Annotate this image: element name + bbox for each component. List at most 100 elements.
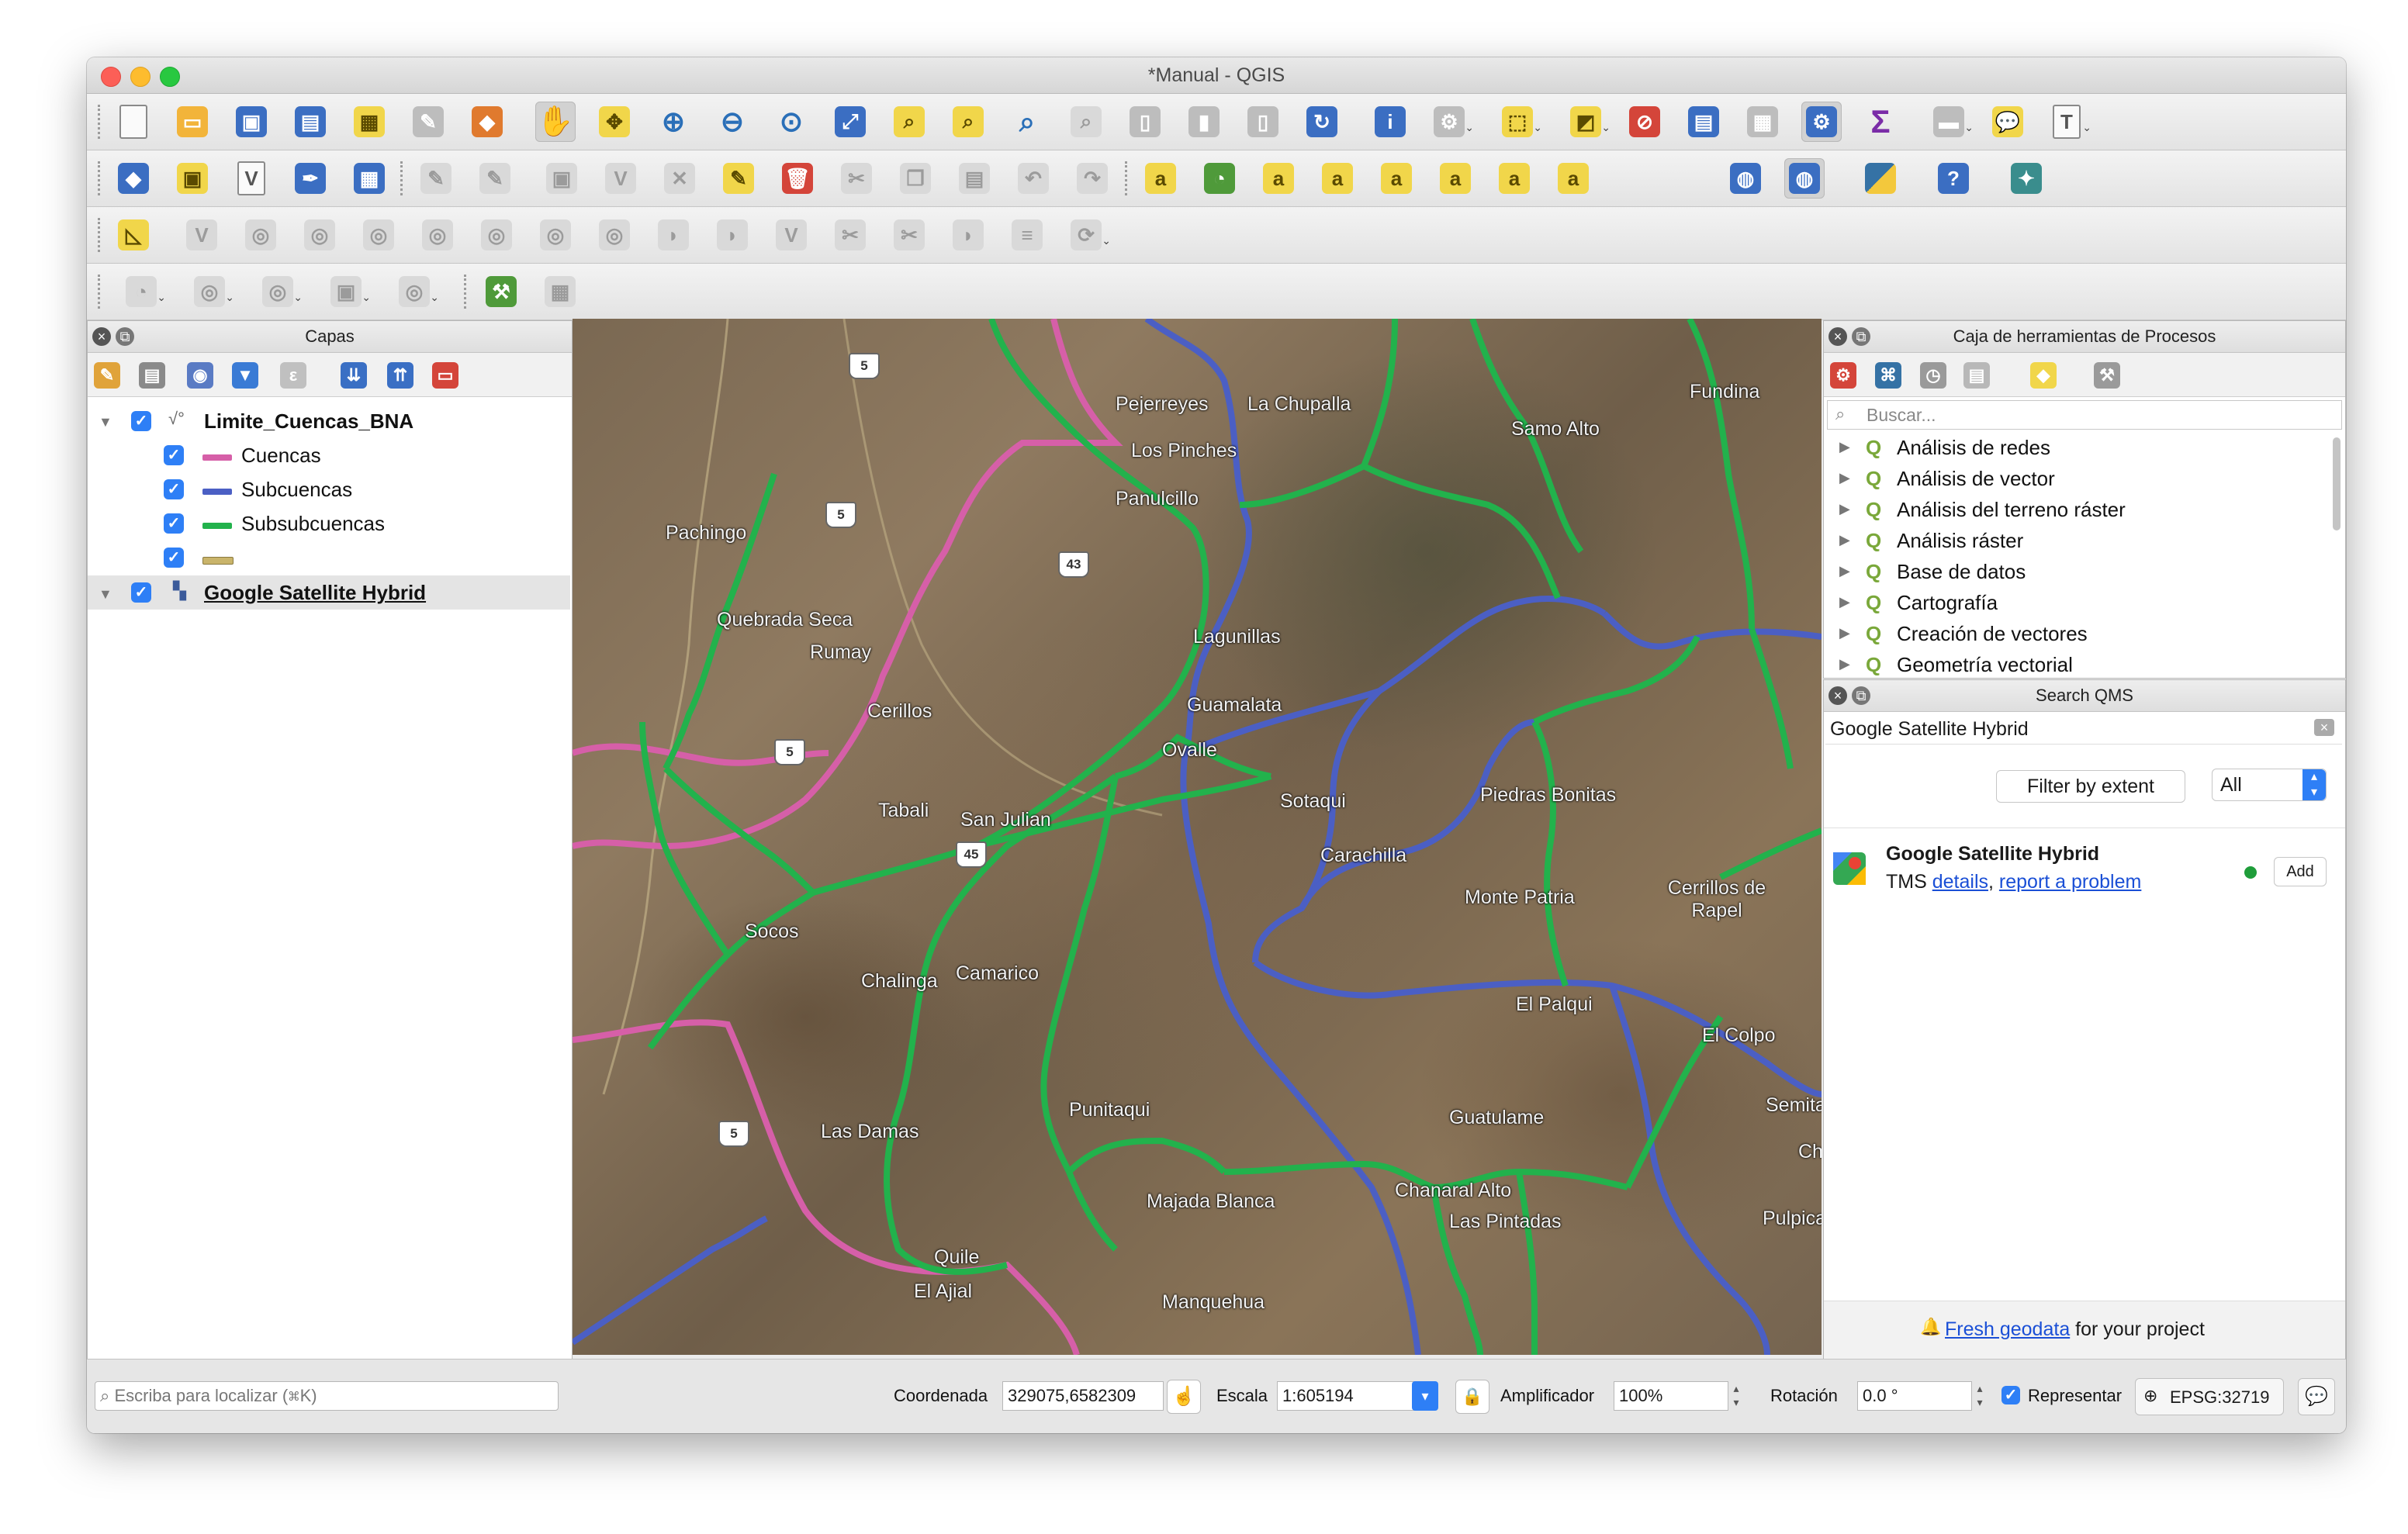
show-hide-labels-button[interactable]: a bbox=[1376, 158, 1417, 199]
results-icon[interactable]: ▤ bbox=[1963, 362, 1990, 389]
zoom-next-button[interactable]: ⌕ bbox=[1066, 102, 1106, 142]
toolbar-grip[interactable] bbox=[98, 275, 105, 309]
models-icon[interactable]: ⚙ bbox=[1830, 362, 1856, 389]
annotation-button[interactable]: 💬 bbox=[1988, 102, 2028, 142]
select-features-button[interactable]: ⬚ ⌄ bbox=[1497, 102, 1542, 142]
algorithm-group[interactable]: Análisis de redes bbox=[1897, 436, 2050, 460]
advanced-digitizing-button[interactable]: ◺ bbox=[113, 215, 154, 255]
pan-to-selection-button[interactable]: ✥ bbox=[594, 102, 635, 142]
report-problem-link[interactable]: report a problem bbox=[1999, 871, 2141, 893]
layer-name[interactable]: Limite_Cuencas_BNA bbox=[204, 409, 413, 434]
algorithm-group[interactable]: Análisis ráster bbox=[1897, 529, 2023, 553]
filter-expression-icon[interactable]: ε bbox=[280, 362, 306, 389]
print-layout-button[interactable]: ▦ bbox=[349, 102, 389, 142]
field-edit-button[interactable]: ✎ bbox=[718, 158, 759, 199]
layer-name[interactable]: Google Satellite Hybrid bbox=[204, 581, 426, 605]
new-project-button[interactable] bbox=[113, 102, 154, 142]
metasearch-button[interactable]: ◍ bbox=[1725, 158, 1766, 199]
run-action-button[interactable]: ⚙ ⌄ bbox=[1429, 102, 1474, 142]
add-service-button[interactable]: Add bbox=[2274, 857, 2327, 886]
layer-diagram-button[interactable]: ◔ bbox=[1199, 158, 1240, 199]
help-button[interactable]: ? bbox=[1933, 158, 1974, 199]
scripts-icon[interactable]: ⌘ bbox=[1875, 362, 1901, 389]
redo-button[interactable]: ↷ bbox=[1072, 158, 1112, 199]
label-toolbar-button[interactable]: a bbox=[1140, 158, 1181, 199]
save-edits-button[interactable]: ▣ bbox=[541, 158, 582, 199]
undo-button[interactable]: ↶ bbox=[1013, 158, 1054, 199]
options-icon[interactable]: ⚒ bbox=[2094, 362, 2120, 389]
vertex-tool-button[interactable]: V bbox=[600, 158, 641, 199]
float-panel-icon[interactable]: ⧉ bbox=[1852, 327, 1870, 346]
data-source-manager-button[interactable]: ◆ bbox=[113, 158, 154, 199]
new-geopackage-button[interactable]: ▣ bbox=[172, 158, 213, 199]
pan-map-button[interactable]: ✋ bbox=[535, 102, 576, 142]
open-project-button[interactable]: ▭ bbox=[172, 102, 213, 142]
sublayer-label[interactable]: Subsubcuencas bbox=[241, 512, 385, 536]
quickmapservices-button[interactable]: ◍ bbox=[1784, 158, 1825, 199]
expand-arrow-icon[interactable]: ▶ bbox=[1839, 439, 1850, 455]
stepper-icon[interactable]: ▴ ▾ bbox=[1972, 1381, 1988, 1411]
toolbar-grip[interactable] bbox=[98, 161, 105, 195]
python-console-button[interactable] bbox=[1860, 158, 1901, 199]
details-link[interactable]: details bbox=[1932, 871, 1988, 893]
crs-button[interactable]: ⊕ EPSG:32719 bbox=[2135, 1378, 2284, 1415]
modify-attributes-button[interactable]: ✕ bbox=[659, 158, 700, 199]
float-panel-icon[interactable]: ⧉ bbox=[116, 327, 134, 346]
rotate-label-button[interactable]: a bbox=[1494, 158, 1534, 199]
add-point-button[interactable]: ◔ ⌄ bbox=[121, 271, 166, 312]
toolbar-grip[interactable] bbox=[400, 161, 407, 195]
new-shapefile-button[interactable]: V bbox=[231, 158, 272, 199]
messages-icon[interactable]: 💬 bbox=[2298, 1378, 2335, 1415]
sublayer-label[interactable]: Subcuencas bbox=[241, 478, 352, 502]
rotate-symbols-button[interactable]: ✂ bbox=[830, 215, 870, 255]
algorithm-group[interactable]: Cartografía bbox=[1897, 591, 1998, 615]
edit-features-icon[interactable]: ◆ bbox=[2030, 362, 2057, 389]
new-bookmark-button[interactable]: ▯ bbox=[1125, 102, 1165, 142]
add-polygon-button[interactable]: ◎ ⌄ bbox=[258, 271, 303, 312]
close-panel-icon[interactable]: × bbox=[92, 327, 111, 346]
toggle-editing-button[interactable]: ✎ bbox=[416, 158, 456, 199]
coordinate-field[interactable]: 329075,6582309 bbox=[1002, 1381, 1164, 1411]
save-as-button[interactable]: ▤ bbox=[290, 102, 330, 142]
move-label-button[interactable]: a bbox=[1435, 158, 1476, 199]
attribute-table-button[interactable]: ▤ bbox=[1683, 102, 1724, 142]
select-by-location-button[interactable]: ⚒ bbox=[481, 271, 521, 312]
close-panel-icon[interactable]: × bbox=[1828, 327, 1847, 346]
sublayer-checkbox[interactable]: ✓ bbox=[164, 513, 184, 534]
expand-arrow-icon[interactable]: ▶ bbox=[1839, 656, 1850, 672]
cut-features-button[interactable]: ✂ bbox=[836, 158, 877, 199]
processing-toolbox-button[interactable]: ⚙ bbox=[1801, 102, 1842, 142]
stepper-icon[interactable]: ▴ ▾ bbox=[1728, 1381, 1744, 1411]
highlight-pinned-labels-button[interactable]: a bbox=[1258, 158, 1299, 199]
zoom-selection-button[interactable]: ⌕ bbox=[889, 102, 929, 142]
qms-filter-select[interactable]: All ▴ ▾ bbox=[2212, 769, 2327, 801]
expand-arrow-icon[interactable]: ▶ bbox=[1839, 532, 1850, 548]
collapse-all-icon[interactable]: ⇈ bbox=[387, 362, 413, 389]
text-annotation-button[interactable]: T ⌄ bbox=[2046, 102, 2091, 142]
measure-button[interactable]: ▬ ⌄ bbox=[1929, 102, 1974, 142]
zoom-native-button[interactable]: ⊙ bbox=[771, 102, 811, 142]
algorithm-group[interactable]: Análisis del terreno ráster bbox=[1897, 498, 2126, 522]
split-features-button[interactable]: ◎ bbox=[594, 215, 635, 255]
save-project-button[interactable]: ▣ bbox=[231, 102, 272, 142]
expand-arrow-icon[interactable]: ▶ bbox=[1839, 625, 1850, 641]
identify-button[interactable]: i bbox=[1370, 102, 1410, 142]
chevron-down-icon[interactable]: ▾ bbox=[1412, 1381, 1438, 1411]
show-bookmarks-button[interactable]: ▮ bbox=[1184, 102, 1224, 142]
toolbar-grip[interactable] bbox=[1125, 161, 1132, 195]
zoom-in-button[interactable]: ⊕ bbox=[653, 102, 694, 142]
rotation-field[interactable]: 0.0 ° bbox=[1857, 1381, 1972, 1411]
locator-input[interactable]: ⌕ Escriba para localizar (⌘K) bbox=[95, 1381, 559, 1411]
history-icon[interactable]: ◷ bbox=[1920, 362, 1946, 389]
lock-scale-icon[interactable]: 🔒 bbox=[1455, 1380, 1489, 1414]
add-ring-button[interactable]: V bbox=[182, 215, 222, 255]
rotate-feature-button[interactable]: ◎ ⌄ bbox=[394, 271, 439, 312]
style-panel-icon[interactable]: ✎ bbox=[94, 362, 120, 389]
refresh-button[interactable]: ↻ bbox=[1302, 102, 1342, 142]
pin-labels-button[interactable]: a bbox=[1317, 158, 1358, 199]
algorithm-group[interactable]: Geometría vectorial bbox=[1897, 653, 2073, 677]
algorithm-group[interactable]: Base de datos bbox=[1897, 560, 2026, 584]
merge-attributes-button[interactable]: V bbox=[771, 215, 811, 255]
sublayer-label[interactable]: Cuencas bbox=[241, 444, 321, 468]
map-tips-button[interactable]: ▯ bbox=[1243, 102, 1283, 142]
